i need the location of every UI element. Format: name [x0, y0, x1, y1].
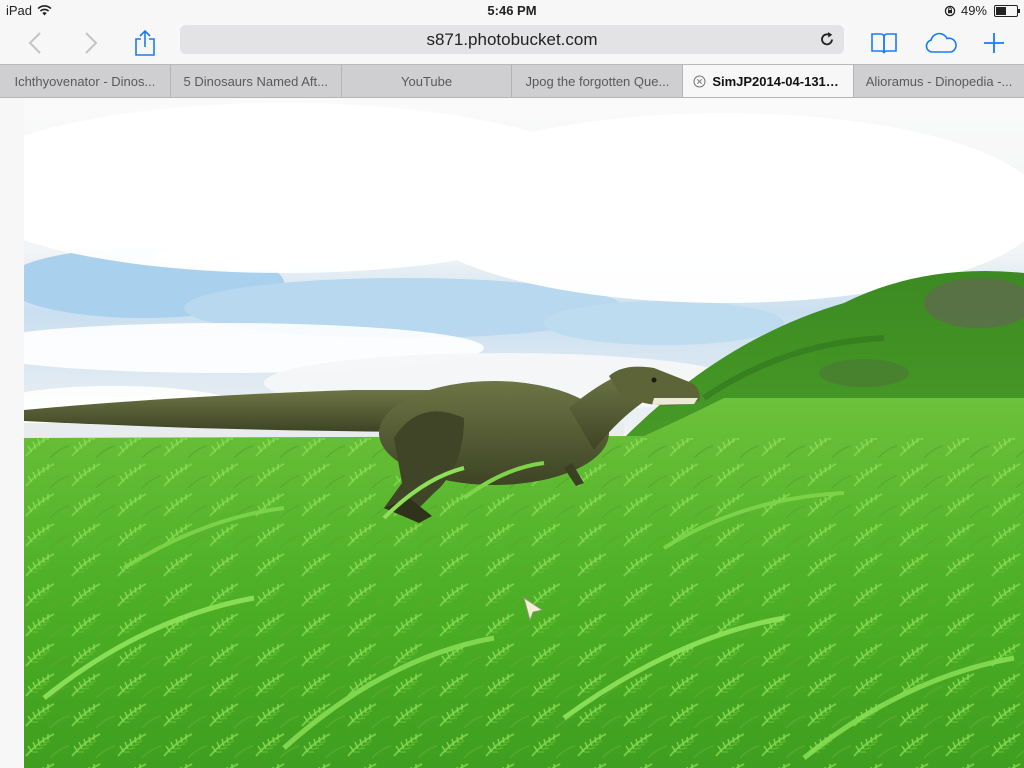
chevron-right-icon	[85, 32, 98, 54]
tab-label: 5 Dinosaurs Named Aft...	[183, 73, 328, 89]
browser-tab[interactable]: Ichthyovenator - Dinos...	[0, 65, 171, 97]
tab-label: Ichthyovenator - Dinos...	[14, 73, 156, 89]
share-icon	[135, 29, 155, 56]
tab-label: Alioramus - Dinopedia -...	[865, 73, 1013, 89]
battery-level	[996, 6, 1006, 15]
browser-tab[interactable]: YouTube	[342, 65, 513, 97]
orientation-lock-icon	[944, 5, 956, 16]
tab-label: SimJP2014-04-1313...	[712, 73, 844, 89]
address-bar[interactable]: s871.photobucket.com	[180, 25, 844, 54]
status-bar: iPad 5:46 PM 49%	[0, 0, 1024, 22]
tab-label: Jpog the forgotten Que...	[525, 73, 670, 89]
icloud-tabs-button[interactable]	[918, 22, 964, 64]
tab-strip: Ichthyovenator - Dinos... 5 Dinosaurs Nam…	[0, 64, 1024, 98]
reload-button[interactable]	[816, 28, 838, 50]
page-content	[0, 98, 1024, 768]
forward-button[interactable]	[76, 22, 106, 64]
tab-label: YouTube	[401, 73, 453, 89]
new-tab-button[interactable]	[976, 22, 1012, 64]
browser-tab[interactable]: SimJP2014-04-1313...	[683, 65, 855, 97]
browser-tab[interactable]: 5 Dinosaurs Named Aft...	[171, 65, 342, 97]
book-icon	[871, 33, 897, 54]
back-button[interactable]	[20, 22, 50, 64]
browser-toolbar: s871.photobucket.com	[0, 22, 1024, 64]
status-right: 49%	[944, 3, 1020, 18]
reload-icon	[821, 32, 833, 46]
battery-percent: 49%	[960, 3, 987, 18]
share-button[interactable]	[128, 22, 162, 64]
browser-tab[interactable]: Jpog the forgotten Que...	[512, 65, 684, 97]
plus-icon	[984, 33, 1004, 53]
chevron-left-icon	[28, 32, 41, 54]
close-tab-icon[interactable]	[693, 75, 706, 88]
cloud-icon	[925, 32, 957, 53]
browser-tab[interactable]: Alioramus - Dinopedia -...	[854, 65, 1024, 97]
url-text[interactable]: s871.photobucket.com	[180, 30, 844, 50]
status-time: 5:46 PM	[487, 3, 537, 18]
game-screenshot-image	[24, 98, 1024, 768]
bookmarks-button[interactable]	[866, 22, 902, 64]
battery-icon	[994, 4, 1020, 17]
